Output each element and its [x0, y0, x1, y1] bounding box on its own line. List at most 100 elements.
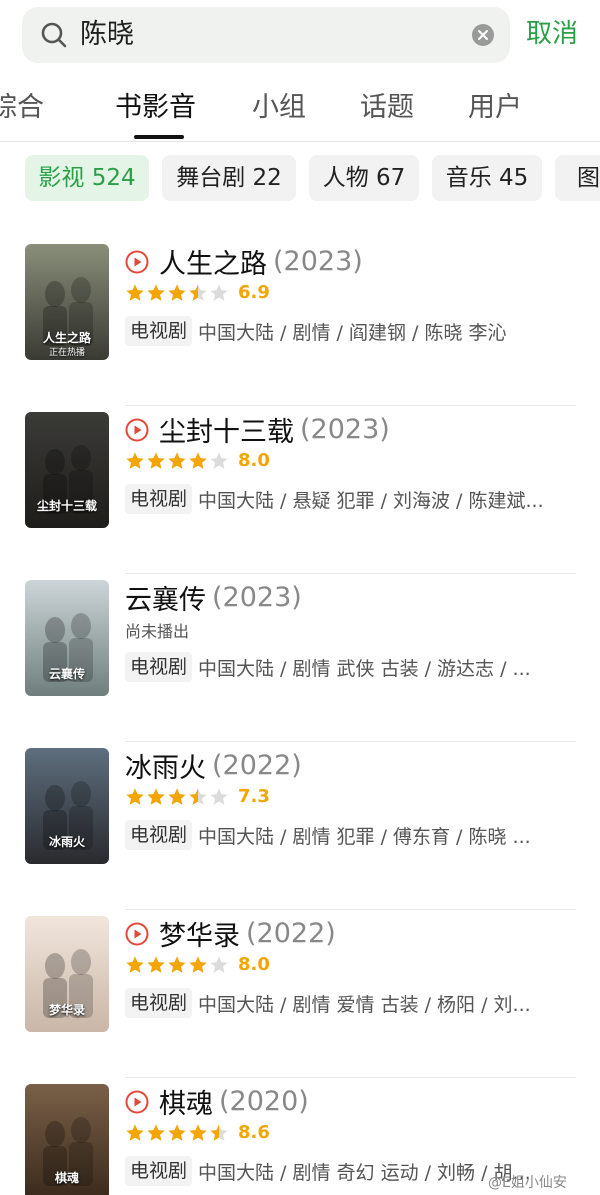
result-title-line: 云襄传 (2023) — [125, 578, 302, 616]
poster-image[interactable]: 尘封十三载 — [25, 412, 109, 528]
result-item[interactable]: 云襄传 云襄传 (2023) 尚未播出 电视剧 中国大陆 / 剧情 武侠 古装 / 游达志… — [0, 574, 600, 742]
result-title-line: 梦华录 (2022) — [125, 914, 336, 952]
rating-score: 6.9 — [238, 282, 270, 303]
tab-groups[interactable]: 小组 — [252, 90, 306, 126]
result-title-line: 棋魂 (2020) — [125, 1082, 309, 1120]
play-icon[interactable] — [125, 922, 149, 946]
meta-info: 中国大陆 / 剧情 / 阎建钢 / 陈晓 李沁 — [198, 321, 507, 344]
play-icon[interactable] — [125, 250, 149, 274]
star-icon — [147, 956, 165, 973]
poster-title: 人生之路 — [42, 331, 91, 345]
result-title[interactable]: 云襄传 — [125, 585, 206, 616]
poster-image[interactable]: 人生之路 正在热播 — [25, 244, 109, 360]
result-item[interactable]: 梦华录 梦华录 (2022) 8.0 电视剧 中国大陆 / 剧情 爱情 古装 / 杨阳 /… — [0, 910, 600, 1078]
star-icon — [210, 284, 228, 301]
result-year: (2020) — [219, 1086, 309, 1117]
meta-info: 中国大陆 / 剧情 爱情 古装 / 杨阳 / 刘... — [198, 993, 531, 1016]
result-title[interactable]: 人生之路 — [159, 249, 267, 280]
search-input[interactable]: 陈晓 — [80, 19, 134, 51]
chip-books[interactable]: 图书 — [555, 155, 600, 201]
poster-title: 尘封十三载 — [36, 499, 97, 513]
meta-info: 中国大陆 / 悬疑 犯罪 / 刘海波 / 陈建斌... — [198, 489, 544, 512]
tab-users[interactable]: 用户 — [468, 90, 522, 126]
star-icon — [210, 788, 228, 805]
star-icon — [189, 1124, 207, 1141]
chip-stage[interactable]: 舞台剧 22 — [162, 155, 296, 201]
meta-line: 电视剧 中国大陆 / 剧情 / 阎建钢 / 陈晓 李沁 — [125, 316, 570, 350]
search-icon — [41, 22, 67, 48]
type-tag: 电视剧 — [125, 820, 193, 850]
watermark: @E姐小仙安 — [488, 1175, 567, 1191]
category-tabs: 综合 书影音 小组 话题 用户 — [0, 80, 600, 142]
rating-score: 7.3 — [238, 786, 270, 807]
chip-people[interactable]: 人物 67 — [309, 155, 419, 201]
poster-title: 冰雨火 — [48, 835, 85, 849]
result-item[interactable]: 冰雨火 冰雨火 (2022) 7.3 电视剧 中国大陆 / 剧情 犯罪 / 傅东育 / 陈… — [0, 742, 600, 910]
result-item[interactable]: 人生之路 正在热播 人生之路 (2023) 6.9 电视剧 中国大陆 / 剧情 / 阎建钢 … — [0, 238, 600, 406]
result-title[interactable]: 梦华录 — [159, 921, 240, 952]
meta-info: 中国大陆 / 剧情 武侠 古装 / 游达志 / ... — [198, 657, 531, 680]
type-tag: 电视剧 — [125, 988, 193, 1018]
chip-music[interactable]: 音乐 45 — [432, 155, 542, 201]
rating-score: 8.0 — [238, 954, 270, 975]
star-icon — [126, 284, 144, 301]
poster-title: 梦华录 — [48, 1003, 85, 1017]
result-year: (2023) — [273, 246, 363, 277]
type-tag: 电视剧 — [125, 484, 193, 514]
release-status: 尚未播出 — [125, 622, 190, 641]
active-tab-indicator — [134, 135, 184, 139]
poster-image[interactable]: 云襄传 — [25, 580, 109, 696]
star-icon — [210, 452, 228, 469]
result-year: (2022) — [212, 750, 302, 781]
result-title[interactable]: 冰雨火 — [125, 753, 206, 784]
rating-score: 8.0 — [238, 450, 270, 471]
meta-info: 中国大陆 / 剧情 奇幻 运动 / 刘畅 / 胡... — [198, 1161, 531, 1184]
meta-line: 电视剧 中国大陆 / 悬疑 犯罪 / 刘海波 / 陈建斌... — [125, 484, 570, 518]
star-icon — [168, 452, 186, 469]
search-field[interactable]: 陈晓 — [22, 7, 510, 63]
meta-line: 电视剧 中国大陆 / 剧情 武侠 古装 / 游达志 / ... — [125, 652, 570, 686]
star-icon — [210, 956, 228, 973]
rating-line: 尚未播出 — [125, 618, 189, 642]
play-icon[interactable] — [125, 418, 149, 442]
meta-info: 中国大陆 / 剧情 犯罪 / 傅东育 / 陈晓 ... — [198, 825, 531, 848]
poster-title: 云襄传 — [48, 667, 85, 681]
poster-image[interactable]: 梦华录 — [25, 916, 109, 1032]
star-icon — [168, 284, 186, 301]
result-item[interactable]: 尘封十三载 尘封十三载 (2023) 8.0 电视剧 中国大陆 / 悬疑 犯罪 / 刘海波… — [0, 406, 600, 574]
rating-line: 6.9 — [125, 282, 270, 306]
poster-title: 棋魂 — [54, 1171, 79, 1185]
star-icon — [189, 788, 207, 805]
star-icon — [126, 956, 144, 973]
result-title-line: 人生之路 (2023) — [125, 242, 363, 280]
star-icon — [168, 788, 186, 805]
clear-icon[interactable] — [472, 24, 494, 46]
type-tag: 电视剧 — [125, 316, 193, 346]
result-year: (2023) — [212, 582, 302, 613]
rating-score: 8.6 — [238, 1122, 270, 1143]
rating-line: 8.0 — [125, 954, 270, 978]
rating-line: 8.6 — [125, 1122, 270, 1146]
star-icon — [189, 452, 207, 469]
cancel-button[interactable]: 取消 — [526, 16, 578, 52]
star-icon — [126, 788, 144, 805]
poster-image[interactable]: 棋魂 — [25, 1084, 109, 1195]
result-year: (2023) — [300, 414, 390, 445]
star-icon — [189, 284, 207, 301]
star-icon — [147, 284, 165, 301]
rating-line: 8.0 — [125, 450, 270, 474]
poster-image[interactable]: 冰雨火 — [25, 748, 109, 864]
tab-books-movies-music[interactable]: 书影音 — [115, 90, 196, 126]
result-title-line: 尘封十三载 (2023) — [125, 410, 390, 448]
chip-film-tv[interactable]: 影视 524 — [25, 155, 149, 201]
result-title[interactable]: 尘封十三载 — [159, 417, 294, 448]
star-icon — [147, 1124, 165, 1141]
search-bar: 陈晓 取消 — [0, 0, 600, 72]
result-year: (2022) — [246, 918, 336, 949]
play-icon[interactable] — [125, 1090, 149, 1114]
tab-comprehensive[interactable]: 综合 — [0, 90, 44, 126]
result-title[interactable]: 棋魂 — [159, 1089, 213, 1120]
tab-topics[interactable]: 话题 — [360, 90, 414, 126]
star-icon — [147, 788, 165, 805]
meta-line: 电视剧 中国大陆 / 剧情 犯罪 / 傅东育 / 陈晓 ... — [125, 820, 570, 854]
